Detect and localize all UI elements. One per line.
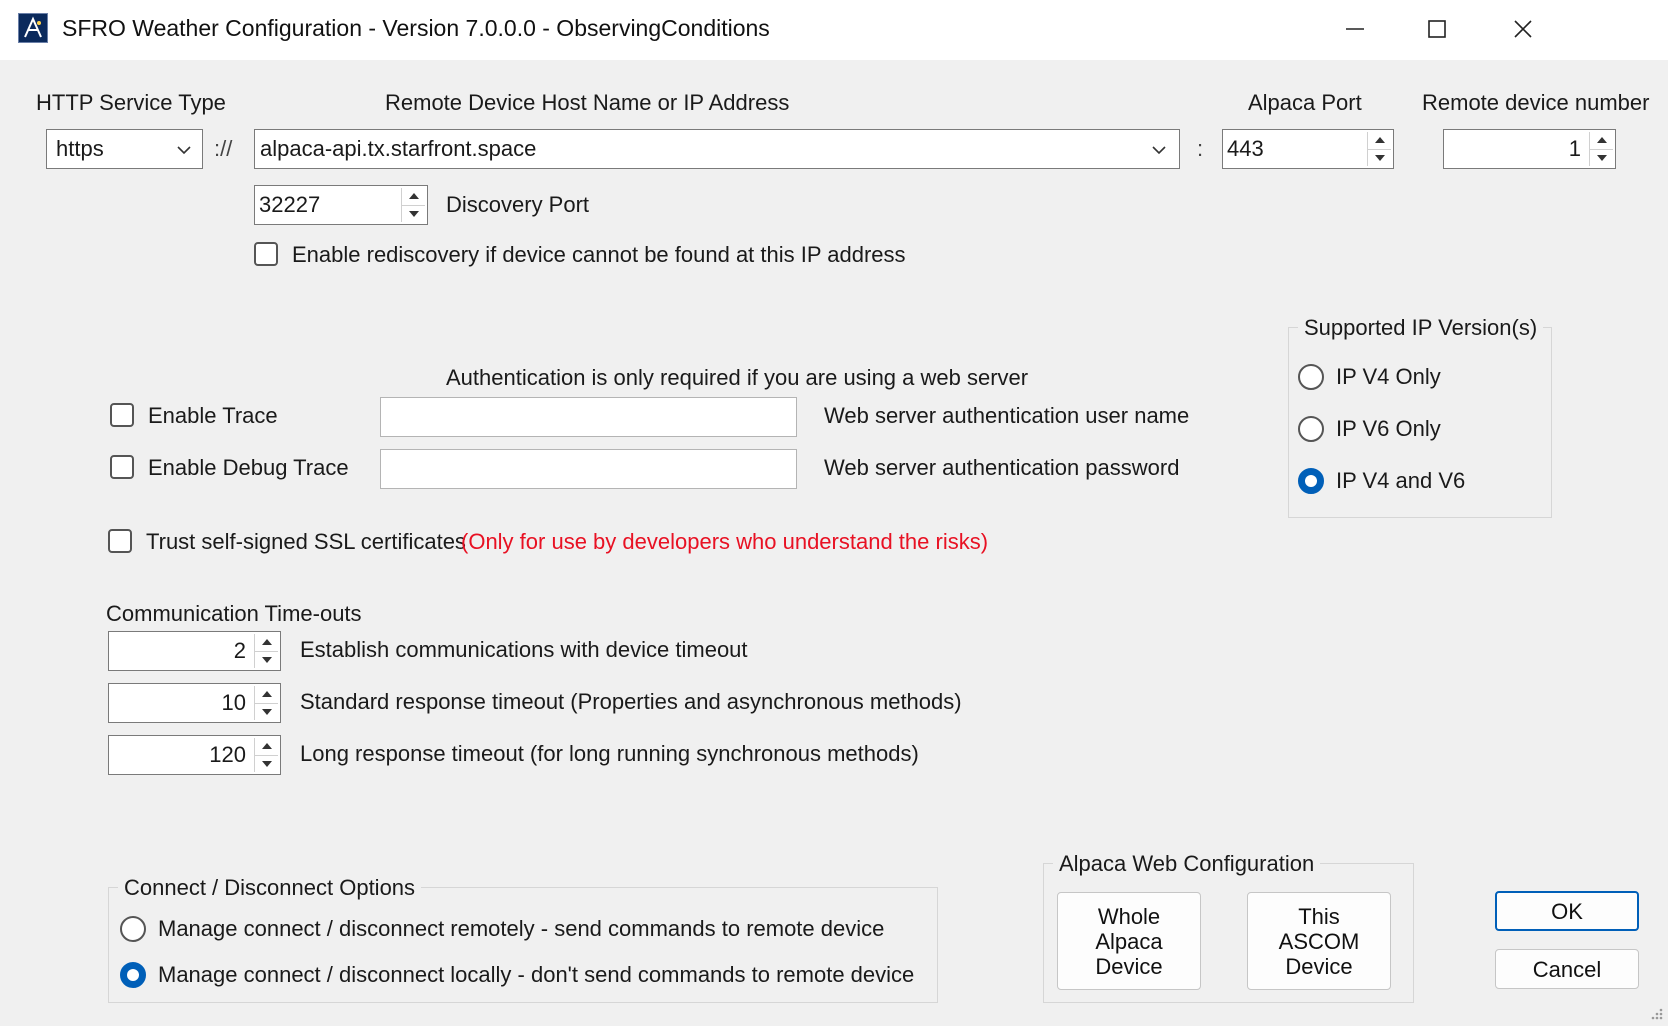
spin-up-icon[interactable]	[255, 738, 278, 755]
spin-up-icon[interactable]	[255, 686, 278, 703]
service-type-select[interactable]: https	[46, 129, 203, 169]
ip-v4-only-label: IP V4 Only	[1336, 364, 1441, 389]
chevron-down-icon	[1152, 146, 1166, 155]
standard-timeout-value: 10	[221, 690, 246, 715]
spin-down-icon[interactable]	[255, 702, 278, 721]
enable-debug-trace-label: Enable Debug Trace	[148, 455, 349, 480]
auth-password-label: Web server authentication password	[824, 455, 1180, 480]
alpaca-port-label: Alpaca Port	[1248, 90, 1362, 115]
spin-up-icon[interactable]	[402, 188, 425, 205]
discovery-port-stepper[interactable]	[401, 188, 425, 222]
manage-remotely-label: Manage connect / disconnect remotely - s…	[158, 916, 885, 941]
spin-down-icon[interactable]	[1368, 148, 1391, 167]
whole-alpaca-device-button[interactable]: Whole Alpaca Device	[1057, 892, 1201, 990]
window-title: SFRO Weather Configuration - Version 7.0…	[62, 15, 770, 41]
manage-locally-label: Manage connect / disconnect locally - do…	[158, 962, 915, 987]
standard-timeout-spinner[interactable]: 10	[108, 683, 281, 723]
maximize-button[interactable]	[1392, 0, 1482, 58]
auth-username-label: Web server authentication user name	[824, 403, 1190, 428]
port-separator: :	[1197, 136, 1204, 161]
standard-timeout-stepper[interactable]	[254, 686, 278, 720]
spin-up-icon[interactable]	[255, 634, 278, 651]
discovery-port-label: Discovery Port	[446, 192, 590, 217]
long-timeout-spinner[interactable]: 120	[108, 735, 281, 775]
remote-device-number-label: Remote device number	[1422, 90, 1650, 115]
long-timeout-stepper[interactable]	[254, 738, 278, 772]
manage-remotely-radio[interactable]	[120, 916, 146, 942]
this-ascom-device-button[interactable]: This ASCOM Device	[1247, 892, 1391, 990]
remote-device-number-value: 1	[1568, 136, 1581, 161]
ip-v4-only-radio[interactable]	[1298, 364, 1324, 390]
scheme-separator: ://	[214, 136, 233, 161]
remote-device-number-spinner[interactable]: 1	[1443, 129, 1616, 169]
enable-trace-checkbox[interactable]	[110, 403, 134, 427]
ip-v6-only-label: IP V6 Only	[1336, 416, 1441, 441]
title-bar: SFRO Weather Configuration - Version 7.0…	[0, 0, 1668, 60]
standard-timeout-label: Standard response timeout (Properties an…	[300, 689, 962, 714]
close-button[interactable]	[1478, 0, 1568, 58]
ip-v4-and-v6-label: IP V4 and V6	[1336, 468, 1466, 493]
rediscovery-label: Enable rediscovery if device cannot be f…	[292, 242, 906, 267]
establish-timeout-stepper[interactable]	[254, 634, 278, 668]
ssl-warning-text: (Only for use by developers who understa…	[461, 529, 989, 554]
host-combobox[interactable]: alpaca-api.tx.starfront.space	[254, 129, 1180, 169]
host-label: Remote Device Host Name or IP Address	[385, 90, 790, 115]
ip-version-group-title: Supported IP Version(s)	[1298, 315, 1544, 341]
establish-timeout-value: 2	[233, 638, 246, 663]
ok-button[interactable]: OK	[1495, 891, 1639, 931]
auth-note: Authentication is only required if you a…	[446, 365, 1029, 390]
enable-debug-trace-checkbox[interactable]	[110, 455, 134, 479]
connect-options-title: Connect / Disconnect Options	[118, 875, 422, 901]
long-timeout-label: Long response timeout (for long running …	[300, 741, 919, 766]
minimize-icon	[1346, 28, 1364, 30]
trust-ssl-label: Trust self-signed SSL certificates	[146, 529, 466, 554]
service-type-value: https	[56, 136, 104, 161]
long-timeout-value: 120	[209, 742, 246, 767]
spin-up-icon[interactable]	[1590, 132, 1613, 149]
remote-device-number-stepper[interactable]	[1589, 132, 1613, 166]
establish-timeout-label: Establish communications with device tim…	[300, 637, 748, 662]
ip-v6-only-radio[interactable]	[1298, 416, 1324, 442]
spin-up-icon[interactable]	[1368, 132, 1391, 149]
discovery-port-spinner[interactable]: 32227	[254, 185, 428, 225]
discovery-port-value: 32227	[259, 192, 321, 217]
resize-grip-icon[interactable]	[1648, 1006, 1664, 1022]
timeouts-title: Communication Time-outs	[106, 601, 362, 626]
chevron-down-icon	[177, 146, 191, 155]
service-type-label: HTTP Service Type	[36, 90, 226, 115]
spin-down-icon[interactable]	[255, 650, 278, 669]
enable-trace-label: Enable Trace	[148, 403, 278, 428]
close-icon	[1514, 20, 1532, 38]
establish-timeout-spinner[interactable]: 2	[108, 631, 281, 671]
ascom-app-icon	[18, 13, 48, 43]
alpaca-port-stepper[interactable]	[1367, 132, 1391, 166]
trust-ssl-checkbox[interactable]	[108, 529, 132, 553]
maximize-icon	[1428, 20, 1446, 38]
spin-down-icon[interactable]	[402, 204, 425, 223]
host-value: alpaca-api.tx.starfront.space	[260, 136, 537, 161]
cancel-button[interactable]: Cancel	[1495, 949, 1639, 989]
manage-locally-radio[interactable]	[120, 962, 146, 988]
spin-down-icon[interactable]	[1590, 148, 1613, 167]
spin-down-icon[interactable]	[255, 754, 278, 773]
alpaca-port-value: 443	[1227, 136, 1264, 161]
alpaca-port-spinner[interactable]: 443	[1222, 129, 1394, 169]
minimize-button[interactable]	[1310, 0, 1400, 58]
web-config-title: Alpaca Web Configuration	[1053, 851, 1321, 877]
auth-password-input[interactable]	[380, 449, 797, 489]
rediscovery-checkbox[interactable]	[254, 242, 278, 266]
auth-username-input[interactable]	[380, 397, 797, 437]
ip-v4-and-v6-radio[interactable]	[1298, 468, 1324, 494]
